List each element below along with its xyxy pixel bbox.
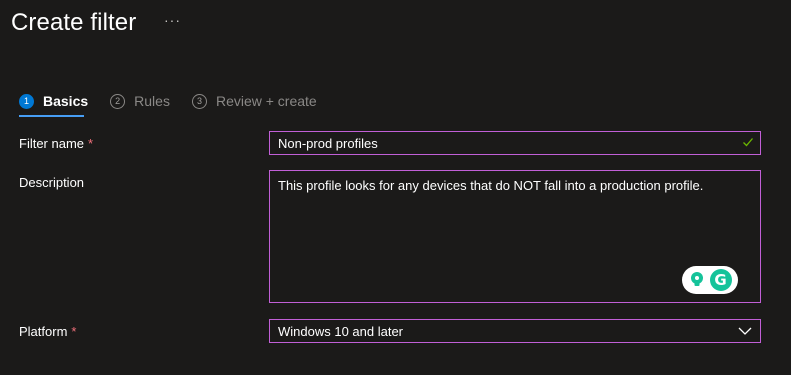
title-row: Create filter [11,6,136,40]
wizard-steps: 1 Basics 2 Rules 3 Review + create [19,91,339,119]
step-review-create[interactable]: 3 Review + create [191,91,317,111]
step-number-2: 2 [110,93,126,109]
filter-name-input[interactable]: Non-prod profiles [269,131,761,155]
step-label-review-create: Review + create [215,93,317,109]
filter-name-label-text: Filter name [19,136,85,151]
step-rules[interactable]: 2 Rules [110,91,170,111]
step-number-3: 3 [191,93,207,109]
description-value: This profile looks for any devices that … [278,178,704,193]
platform-label-text: Platform [19,324,68,339]
platform-selected-value: Windows 10 and later [278,324,404,339]
checkmark-icon [743,138,753,147]
step-label-rules: Rules [134,93,170,109]
filter-name-value: Non-prod profiles [278,136,378,151]
more-options-button[interactable]: ··· [164,12,181,28]
create-filter-page: Create filter ··· 1 Basics 2 Rules 3 Rev… [0,0,791,375]
step-number-1: 1 [19,93,34,109]
description-label: Description [19,175,84,190]
grammarly-widget[interactable]: G [682,266,738,294]
required-marker: * [88,136,94,151]
grammarly-icon: G [709,269,732,291]
description-label-text: Description [19,175,85,190]
chevron-down-icon [738,327,752,335]
filter-name-label: Filter name * [19,136,93,151]
step-label-basics: Basics [43,93,89,109]
step-basics[interactable]: 1 Basics [19,91,88,111]
description-textarea[interactable]: This profile looks for any devices that … [269,170,761,303]
required-marker: * [71,324,77,339]
page-title: Create filter [11,9,137,36]
platform-dropdown[interactable]: Windows 10 and later [269,319,761,343]
platform-label: Platform * [19,324,76,339]
active-step-indicator [19,115,84,117]
lightbulb-icon [690,272,703,286]
